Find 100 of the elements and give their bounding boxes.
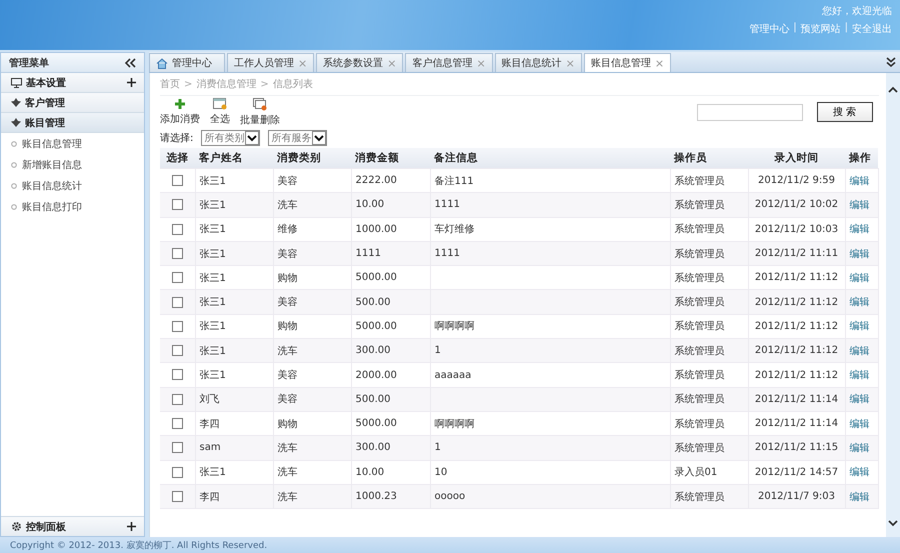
tab[interactable]: 工作人员管理 × — [227, 53, 314, 72]
circle-bullet-icon — [11, 182, 17, 188]
scrollbar[interactable] — [886, 73, 900, 537]
tab[interactable]: 账目信息管理 × — [584, 53, 672, 72]
double-chevron-down-icon[interactable] — [886, 57, 896, 67]
window-icon — [213, 98, 227, 110]
checkbox[interactable] — [172, 394, 183, 405]
checkbox[interactable] — [172, 272, 183, 284]
table-cell: 洗车 — [278, 346, 298, 357]
menu-section[interactable]: 账目管理 — [1, 113, 144, 133]
checkbox[interactable] — [172, 369, 183, 380]
breadcrumb-separator: > — [260, 78, 269, 90]
dropdown[interactable]: 所有类别 — [201, 130, 260, 146]
table-cell: 美容 — [278, 370, 298, 382]
sidebar-title: 管理菜单 — [9, 56, 49, 70]
table-cell: 系统管理员 — [674, 248, 724, 260]
checkbox[interactable] — [172, 466, 183, 478]
table-cell: 洗车 — [278, 442, 298, 454]
menu-item[interactable]: 账目信息统计 — [1, 175, 144, 196]
checkbox[interactable] — [172, 418, 183, 429]
search-button[interactable]: 搜 索 — [816, 102, 872, 122]
table-cell: 张三1 — [200, 297, 226, 308]
column-header: 选择 — [166, 152, 188, 164]
table-cell: 1 — [434, 442, 441, 454]
table-cell: ooooo — [434, 491, 466, 502]
checkbox[interactable] — [172, 345, 183, 356]
table-cell: 张三1 — [200, 346, 226, 357]
table-cell: 5000.00 — [356, 418, 397, 430]
table-cell: 2012/11/2 11:14 — [754, 418, 838, 430]
checkbox[interactable] — [172, 224, 183, 235]
leaf-icon — [11, 118, 21, 127]
checkbox[interactable] — [172, 490, 183, 502]
menu-item[interactable]: 新增账目信息 — [1, 154, 144, 175]
greeting-text: 您好，欢迎光临 — [822, 4, 892, 18]
leaf-icon — [11, 98, 21, 107]
checkbox[interactable] — [172, 248, 183, 259]
column-header: 录入时间 — [774, 152, 818, 164]
toolbar-button[interactable]: 批量删除 — [240, 98, 280, 126]
checkbox[interactable] — [172, 320, 183, 332]
menu-section[interactable]: 基本设置 — [1, 73, 144, 93]
table-cell: 张三1 — [200, 224, 226, 236]
table-cell: 1000.00 — [356, 224, 397, 235]
table-cell: 车灯维修 — [434, 224, 474, 236]
control-panel-section[interactable]: 控制面板 — [1, 516, 144, 536]
table-cell: 2012/11/2 11:12 — [754, 370, 838, 381]
dropdown[interactable]: 所有服务 — [268, 130, 328, 146]
circle-bullet-icon — [11, 204, 17, 210]
menu-item[interactable]: 账目信息管理 — [1, 133, 144, 154]
table-cell: 购物 — [278, 418, 298, 430]
toolbar-button[interactable]: 全选 — [210, 98, 230, 126]
table-cell: 5000.00 — [356, 272, 397, 284]
link-separator: | — [793, 22, 797, 35]
table-cell: 洗车 — [278, 200, 298, 211]
table-cell: 1111 — [434, 248, 460, 260]
table-cell: 系统管理员 — [674, 224, 724, 236]
tab[interactable]: 系统参数设置 × — [316, 53, 404, 72]
tab[interactable]: 管理中心 — [149, 53, 225, 72]
table-cell: 张三1 — [200, 321, 226, 332]
tab[interactable]: 客户信息管理 × — [405, 53, 493, 72]
table-cell: 系统管理员 — [674, 272, 724, 284]
checkbox[interactable] — [172, 296, 183, 308]
table-cell: 2012/11/2 10:02 — [754, 199, 838, 210]
home-icon — [156, 58, 168, 68]
table-cell: 2012/11/2 11:12 — [754, 345, 838, 356]
table-cell: 购物 — [278, 321, 298, 332]
table-cell: 2012/11/2 11:15 — [754, 442, 838, 454]
tab[interactable]: 账目信息统计 × — [494, 53, 582, 72]
circle-bullet-icon — [11, 140, 17, 146]
table-cell: 1111 — [434, 199, 460, 210]
chevron-up-icon[interactable] — [888, 86, 898, 93]
search-field[interactable] — [696, 104, 802, 120]
table-cell: 500.00 — [356, 296, 390, 308]
checkbox[interactable] — [172, 175, 183, 186]
menu-item[interactable]: 账目信息打印 — [1, 196, 144, 217]
toolbar-button[interactable]: 添加消费 — [160, 98, 200, 126]
table-cell: 美容 — [278, 394, 298, 406]
plus-icon — [174, 98, 186, 110]
monitor-icon — [11, 78, 22, 88]
table-cell: 美容 — [278, 176, 298, 187]
collapse-icon[interactable] — [124, 58, 136, 68]
table-cell: sam — [200, 442, 221, 454]
circle-bullet-icon — [11, 162, 17, 168]
table-cell: 500.00 — [356, 394, 390, 405]
column-header: 客户姓名 — [199, 152, 243, 164]
table-cell: 张三1 — [200, 272, 226, 284]
table-cell: 系统管理员 — [674, 321, 724, 332]
checkbox[interactable] — [172, 199, 183, 210]
breadcrumb-separator: > — [184, 78, 192, 90]
chevron-down-icon[interactable] — [888, 520, 898, 527]
table-cell: 2222.00 — [356, 175, 397, 186]
table-cell: 啊啊啊啊 — [434, 321, 474, 332]
table-cell: aaaaaa — [434, 370, 472, 381]
column-header: 消费金额 — [355, 152, 399, 164]
table-cell: 洗车 — [278, 467, 298, 478]
checkbox[interactable] — [172, 442, 183, 454]
menu-section[interactable]: 客户管理 — [1, 93, 144, 113]
table-cell: 系统管理员 — [674, 418, 724, 430]
table-cell: 2000.00 — [356, 370, 397, 381]
table-cell: 系统管理员 — [674, 176, 724, 187]
table-cell: 300.00 — [356, 442, 390, 454]
